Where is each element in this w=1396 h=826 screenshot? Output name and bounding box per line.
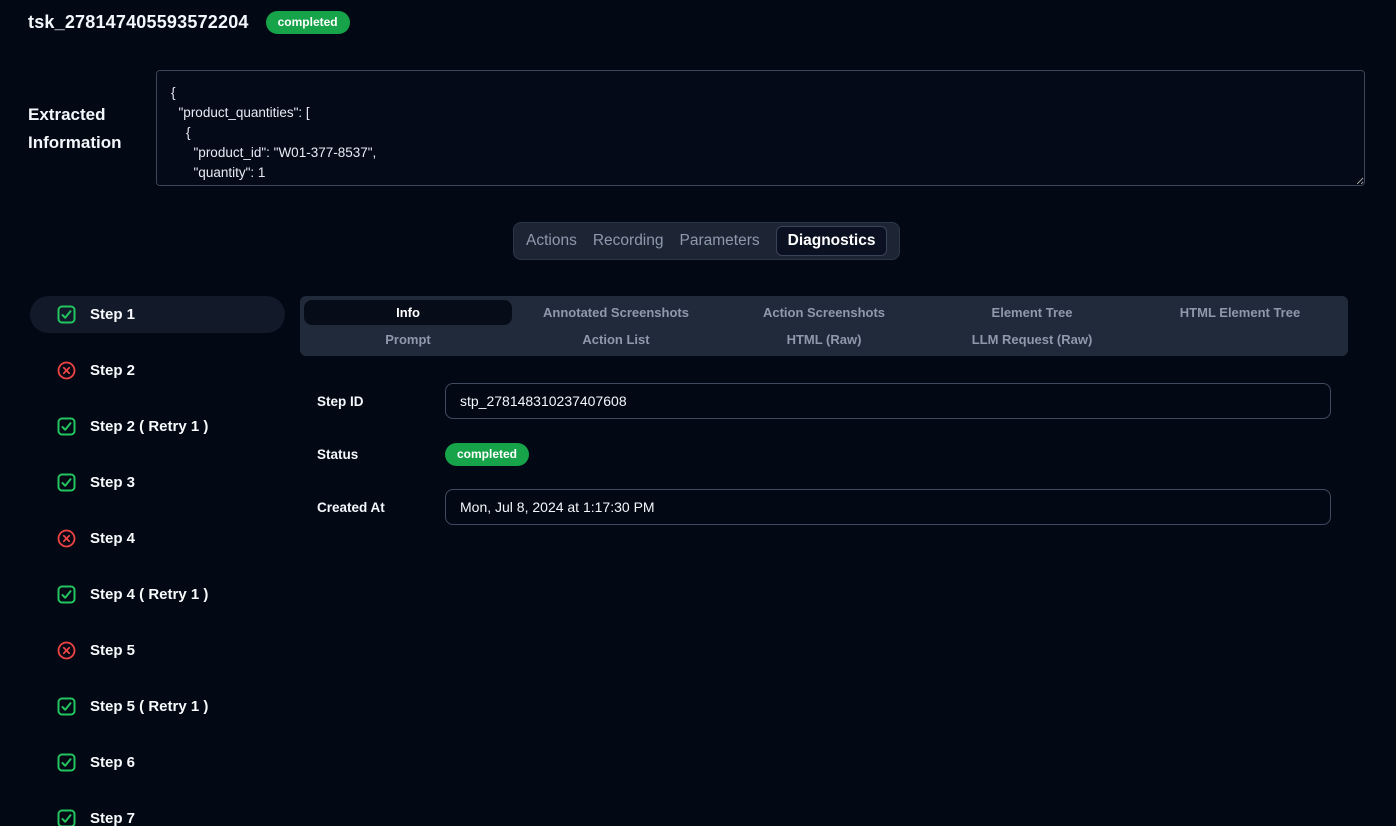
status-row: Status completed	[300, 436, 1348, 472]
step-status-badge: completed	[445, 443, 529, 466]
step-success-icon	[57, 417, 76, 436]
step-label: Step 2 ( Retry 1 )	[90, 418, 208, 435]
tab-actions[interactable]: Actions	[526, 232, 577, 250]
diagnostics-panel: InfoAnnotated ScreenshotsAction Screensh…	[300, 296, 1348, 525]
step-item-step-6[interactable]: Step 6	[30, 744, 285, 781]
sub-tab-action-list[interactable]: Action List	[512, 327, 720, 352]
step-id-row: Step ID	[300, 383, 1348, 419]
created-at-row: Created At	[300, 489, 1348, 525]
created-at-label: Created At	[300, 500, 445, 515]
step-item-step-5[interactable]: Step 5	[30, 632, 285, 669]
step-item-step-2[interactable]: Step 2	[30, 352, 285, 389]
step-id-input[interactable]	[445, 383, 1331, 419]
step-item-step-2-retry-1[interactable]: Step 2 ( Retry 1 )	[30, 408, 285, 445]
tab-recording[interactable]: Recording	[593, 232, 664, 250]
sub-tab-action-screenshots[interactable]: Action Screenshots	[720, 300, 928, 325]
task-id-title: tsk_278147405593572204	[28, 12, 249, 33]
step-success-icon	[57, 305, 76, 324]
step-label: Step 5	[90, 642, 135, 659]
step-success-icon	[57, 585, 76, 604]
step-label: Step 4	[90, 530, 135, 547]
created-at-input[interactable]	[445, 489, 1331, 525]
step-success-icon	[57, 697, 76, 716]
step-details: Step ID Status completed Created At	[300, 383, 1348, 525]
step-label: Step 1	[90, 306, 135, 323]
extracted-info-label: Extracted Information	[28, 101, 140, 157]
tab-diagnostics[interactable]: Diagnostics	[776, 226, 888, 256]
step-label: Step 6	[90, 754, 135, 771]
step-label: Step 2	[90, 362, 135, 379]
step-success-icon	[57, 473, 76, 492]
task-status-badge: completed	[266, 11, 350, 34]
extracted-info-textarea[interactable]: { "product_quantities": [ { "product_id"…	[156, 70, 1365, 186]
step-list: Step 1 Step 2 Step 2 ( Retry 1 ) Step 3 Step…	[30, 296, 285, 826]
task-header: tsk_278147405593572204 completed	[28, 11, 350, 34]
sub-tab-info[interactable]: Info	[304, 300, 512, 325]
sub-tab-html-element-tree[interactable]: HTML Element Tree	[1136, 300, 1344, 325]
step-item-step-4-retry-1[interactable]: Step 4 ( Retry 1 )	[30, 576, 285, 613]
step-success-icon	[57, 809, 76, 826]
step-success-icon	[57, 753, 76, 772]
step-item-step-5-retry-1[interactable]: Step 5 ( Retry 1 )	[30, 688, 285, 725]
step-item-step-4[interactable]: Step 4	[30, 520, 285, 557]
step-item-step-7[interactable]: Step 7	[30, 800, 285, 826]
sub-tab-html-raw[interactable]: HTML (Raw)	[720, 327, 928, 352]
sub-tab-bar: InfoAnnotated ScreenshotsAction Screensh…	[300, 296, 1348, 356]
status-label: Status	[300, 447, 445, 462]
task-diagnostics-page: tsk_278147405593572204 completed Extract…	[0, 0, 1396, 826]
step-label: Step 4 ( Retry 1 )	[90, 586, 208, 603]
step-error-icon	[57, 641, 76, 660]
sub-tab-annotated-screenshots[interactable]: Annotated Screenshots	[512, 300, 720, 325]
sub-tab-llm-request-raw[interactable]: LLM Request (Raw)	[928, 327, 1136, 352]
sub-tab-prompt[interactable]: Prompt	[304, 327, 512, 352]
step-error-icon	[57, 529, 76, 548]
main-tab-bar: Actions Recording Parameters Diagnostics	[513, 222, 900, 260]
sub-tab-element-tree[interactable]: Element Tree	[928, 300, 1136, 325]
step-label: Step 5 ( Retry 1 )	[90, 698, 208, 715]
step-label: Step 3	[90, 474, 135, 491]
step-item-step-1[interactable]: Step 1	[30, 296, 285, 333]
step-id-label: Step ID	[300, 394, 445, 409]
step-item-step-3[interactable]: Step 3	[30, 464, 285, 501]
step-label: Step 7	[90, 810, 135, 826]
step-error-icon	[57, 361, 76, 380]
tab-parameters[interactable]: Parameters	[680, 232, 760, 250]
